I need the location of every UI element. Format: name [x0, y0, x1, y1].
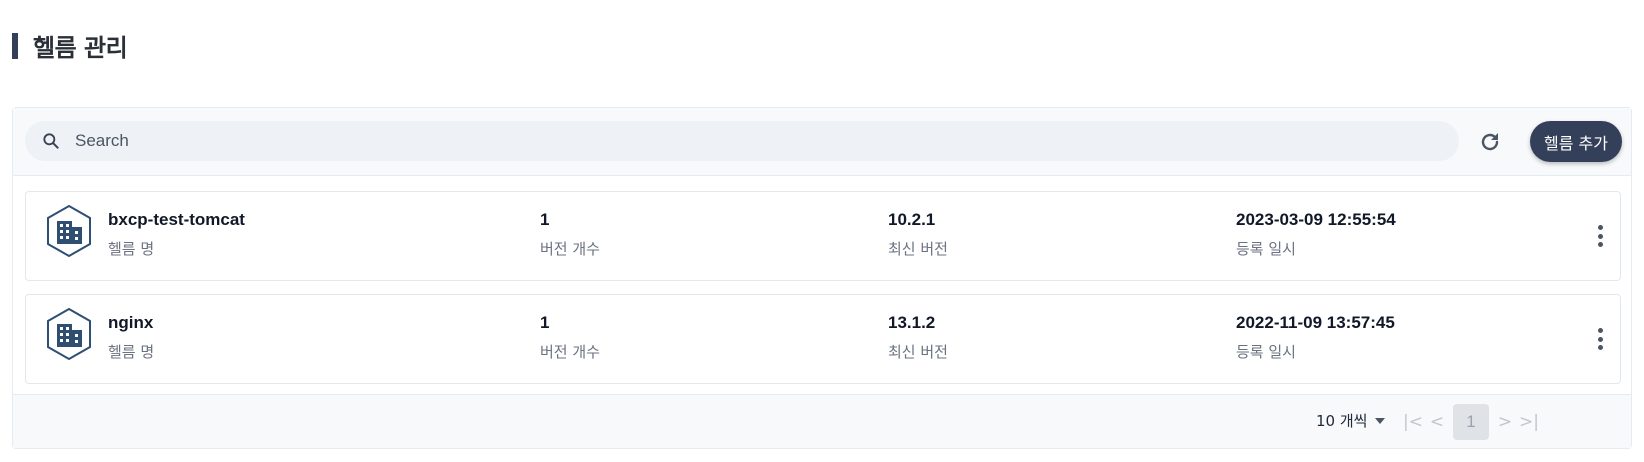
- add-helm-button[interactable]: 헬름 추가: [1530, 121, 1622, 162]
- helm-name-label: 헬름 명: [108, 240, 155, 258]
- helm-name: bxcp-test-tomcat: [108, 210, 245, 229]
- building-icon: [47, 204, 91, 258]
- registered-at-cell: 2023-03-09 12:55:54 등록 일시: [1236, 210, 1396, 259]
- list-item[interactable]: nginx 헬름 명 1 버전 개수 13.1.2 최신 버전 2022-11-…: [25, 294, 1621, 384]
- refresh-icon: [1481, 133, 1499, 151]
- latest-version-cell: 13.1.2 최신 버전: [888, 313, 948, 362]
- pagination-footer: 10 개씩 |< < 1 > >|: [13, 394, 1631, 448]
- registered-at: 2022-11-09 13:57:45: [1236, 313, 1395, 332]
- version-count-label: 버전 개수: [540, 343, 600, 361]
- search-icon: [43, 133, 59, 149]
- version-count: 1: [540, 313, 550, 332]
- helm-list: bxcp-test-tomcat 헬름 명 1 버전 개수 10.2.1 최신 …: [25, 191, 1621, 397]
- page-size-select[interactable]: 10 개씩: [1316, 410, 1386, 431]
- page-number-current[interactable]: 1: [1453, 404, 1489, 440]
- helm-name-cell: nginx 헬름 명: [108, 313, 154, 362]
- pager: |< < 1 > >|: [1401, 404, 1541, 440]
- more-options-icon[interactable]: [1596, 328, 1604, 350]
- more-options-icon[interactable]: [1596, 225, 1604, 247]
- first-page-icon[interactable]: |<: [1401, 404, 1425, 440]
- building-icon: [47, 307, 91, 361]
- registered-at-cell: 2022-11-09 13:57:45 등록 일시: [1236, 313, 1395, 362]
- helm-name-cell: bxcp-test-tomcat 헬름 명: [108, 210, 245, 259]
- search-box[interactable]: [25, 121, 1459, 161]
- latest-version-label: 최신 버전: [888, 240, 948, 258]
- caret-down-icon: [1375, 417, 1386, 424]
- page-title: 헬름 관리: [33, 34, 128, 62]
- helm-name: nginx: [108, 313, 154, 332]
- helm-list-panel: 헬름 추가 bxcp-test-tomcat 헬름 명 1 버전 개수: [12, 107, 1632, 449]
- prev-page-icon[interactable]: <: [1425, 404, 1449, 440]
- next-page-icon[interactable]: >: [1493, 404, 1517, 440]
- registered-at: 2023-03-09 12:55:54: [1236, 210, 1396, 229]
- version-count-cell: 1 버전 개수: [540, 313, 600, 362]
- refresh-button[interactable]: [1476, 128, 1504, 156]
- version-count: 1: [540, 210, 550, 229]
- registered-at-label: 등록 일시: [1236, 343, 1296, 361]
- list-item[interactable]: bxcp-test-tomcat 헬름 명 1 버전 개수 10.2.1 최신 …: [25, 191, 1621, 281]
- latest-version-cell: 10.2.1 최신 버전: [888, 210, 948, 259]
- version-count-label: 버전 개수: [540, 240, 600, 258]
- toolbar: 헬름 추가: [13, 108, 1631, 176]
- title-accent-bar: [12, 32, 18, 59]
- registered-at-label: 등록 일시: [1236, 240, 1296, 258]
- page-size-label: 10 개씩: [1316, 412, 1368, 430]
- version-count-cell: 1 버전 개수: [540, 210, 600, 259]
- latest-version: 10.2.1: [888, 210, 936, 229]
- helm-name-label: 헬름 명: [108, 343, 155, 361]
- latest-version-label: 최신 버전: [888, 343, 948, 361]
- last-page-icon[interactable]: >|: [1517, 404, 1541, 440]
- latest-version: 13.1.2: [888, 313, 936, 332]
- search-input[interactable]: [75, 131, 1375, 151]
- page-header: 헬름 관리: [12, 31, 128, 62]
